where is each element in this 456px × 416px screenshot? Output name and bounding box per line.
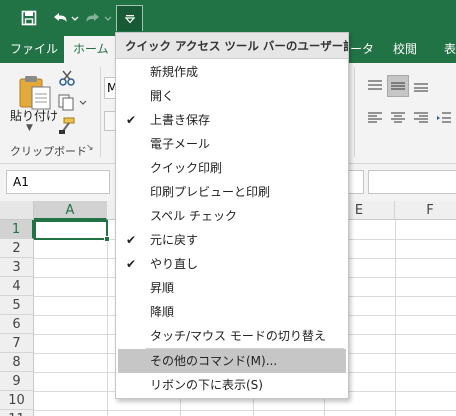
row-header[interactable]: 3: [0, 258, 34, 277]
ribbon-separator: [100, 67, 101, 157]
title-bar: [0, 0, 456, 36]
paste-dropdown-icon[interactable]: ▼: [26, 123, 33, 133]
row-header[interactable]: 1: [0, 220, 34, 239]
name-box[interactable]: A1: [6, 170, 110, 194]
align-center-icon: [391, 112, 405, 123]
ribbon-separator: [354, 67, 355, 157]
row-header[interactable]: 10: [0, 391, 34, 410]
grid-line: [34, 410, 456, 411]
row-header[interactable]: 8: [0, 353, 34, 372]
menu-item-label: 印刷プレビューと印刷: [150, 185, 271, 199]
cut-button[interactable]: [58, 69, 76, 90]
clipboard-launcher-icon[interactable]: ↘: [86, 143, 94, 153]
align-middle-icon: [391, 82, 405, 90]
grid-line: [107, 220, 108, 416]
row-header[interactable]: 4: [0, 277, 34, 296]
align-right-button[interactable]: [410, 107, 432, 129]
align-top-icon: [368, 80, 382, 90]
menu-item-new[interactable]: 新規作成: [116, 60, 348, 84]
menu-item-label: リボンの下に表示(S): [150, 378, 263, 392]
menu-item-label: 上書き保存: [150, 113, 211, 127]
row-header[interactable]: 2: [0, 239, 34, 258]
cut-icon: [59, 70, 75, 86]
row-header[interactable]: 11: [0, 410, 34, 416]
align-bottom-button[interactable]: [410, 75, 432, 97]
fill-handle[interactable]: [104, 236, 110, 242]
clipboard-group-label: クリップボード: [10, 145, 87, 158]
paste-label[interactable]: 貼り付け: [10, 107, 58, 124]
copy-button[interactable]: [58, 93, 88, 114]
menu-item-label: 元に戻す: [150, 233, 199, 247]
save-button[interactable]: [16, 6, 42, 30]
align-left-icon: [368, 112, 382, 123]
menu-item-sort-ascending[interactable]: 昇順: [116, 276, 348, 300]
menu-item-label: 開く: [150, 89, 175, 103]
menu-item-save[interactable]: ✔ 上書き保存: [116, 108, 348, 132]
menu-header: クイック アクセス ツール バーのユーザー設定: [116, 33, 348, 59]
checkmark-icon: ✔: [125, 233, 137, 247]
grid-line: [395, 220, 396, 416]
menu-item-spell-check[interactable]: スペル チェック: [116, 204, 348, 228]
format-painter-button[interactable]: [58, 117, 76, 138]
menu-item-sort-descending[interactable]: 降順: [116, 300, 348, 324]
menu-item-quick-print[interactable]: クイック印刷: [116, 156, 348, 180]
menu-item-touch-mouse-mode[interactable]: タッチ/マウス モードの切り替え: [116, 324, 348, 348]
column-header[interactable]: F: [395, 201, 456, 220]
undo-button[interactable]: [48, 6, 82, 30]
copy-icon: [58, 94, 87, 111]
menu-item-label: 電子メール: [150, 137, 211, 151]
tab-review[interactable]: 校閲: [393, 36, 417, 63]
menu-item-label: 新規作成: [150, 65, 199, 79]
align-center-button[interactable]: [387, 107, 409, 129]
row-header[interactable]: 6: [0, 315, 34, 334]
indent-icon: [437, 112, 451, 123]
align-bottom-icon: [414, 83, 428, 92]
checkmark-icon: ✔: [125, 257, 137, 271]
tab-data[interactable]: ータ: [350, 36, 374, 63]
decrease-indent-button[interactable]: [433, 107, 455, 129]
row-header[interactable]: 5: [0, 296, 34, 315]
align-left-button[interactable]: [364, 107, 386, 129]
tab-home[interactable]: ホーム: [64, 36, 116, 63]
menu-item-label: やり直し: [150, 257, 199, 271]
tab-view[interactable]: 表: [444, 36, 456, 63]
menu-item-label: 降順: [150, 305, 175, 319]
menu-item-redo[interactable]: ✔ やり直し: [116, 252, 348, 276]
align-right-icon: [414, 112, 428, 123]
customize-qat-menu: クイック アクセス ツール バーのユーザー設定 新規作成 開く ✔ 上書き保存 電…: [115, 32, 349, 399]
save-icon: [21, 10, 37, 26]
menu-item-undo[interactable]: ✔ 元に戻す: [116, 228, 348, 252]
menu-item-label: スペル チェック: [150, 209, 237, 223]
menu-item-label: 昇順: [150, 281, 175, 295]
align-middle-button[interactable]: [387, 75, 409, 97]
formula-input[interactable]: [368, 170, 456, 194]
tab-file[interactable]: ファイル: [10, 36, 58, 63]
customize-qat-icon: [124, 14, 135, 23]
paste-icon: [19, 76, 51, 110]
menu-item-more-commands[interactable]: その他のコマンド(M)...: [118, 349, 346, 373]
selected-cell[interactable]: [34, 220, 108, 240]
row-header[interactable]: 7: [0, 334, 34, 353]
align-top-button[interactable]: [364, 75, 386, 97]
menu-item-show-below-ribbon[interactable]: リボンの下に表示(S): [116, 373, 348, 397]
column-header[interactable]: A: [34, 201, 107, 220]
checkmark-icon: ✔: [125, 113, 137, 127]
menu-item-print-preview[interactable]: 印刷プレビューと印刷: [116, 180, 348, 204]
menu-item-email[interactable]: 電子メール: [116, 132, 348, 156]
undo-icon: [54, 13, 79, 22]
select-all-button[interactable]: [0, 201, 34, 220]
row-header[interactable]: 9: [0, 372, 34, 391]
menu-item-label: その他のコマンド(M)...: [150, 354, 278, 368]
menu-item-open[interactable]: 開く: [116, 84, 348, 108]
customize-qat-button[interactable]: [116, 5, 143, 31]
redo-icon: [86, 13, 112, 22]
menu-item-label: タッチ/マウス モードの切り替え: [150, 329, 326, 343]
menu-item-label: クイック印刷: [150, 161, 223, 175]
redo-button[interactable]: [84, 6, 114, 30]
format-painter-icon: [59, 117, 75, 134]
